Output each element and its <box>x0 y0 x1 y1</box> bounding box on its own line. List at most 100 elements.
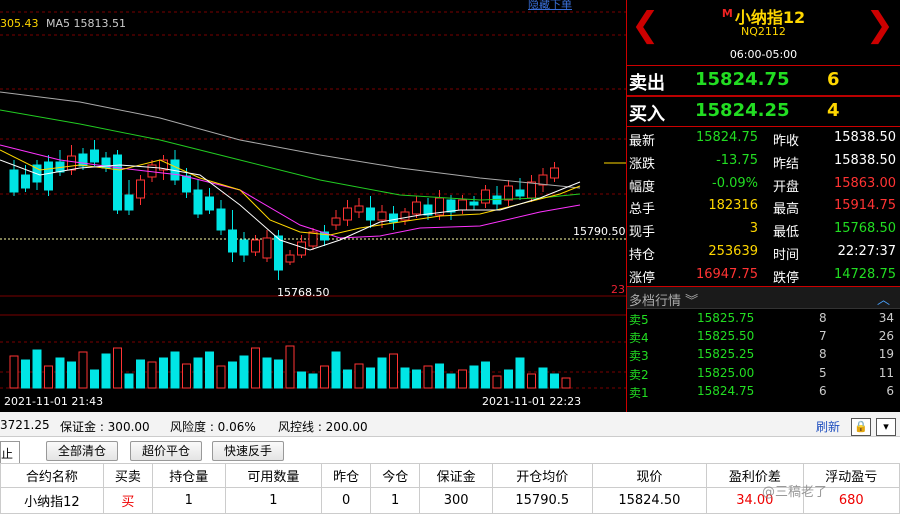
depth-row[interactable]: 卖2 15825.00 5 11 <box>627 364 900 382</box>
volume-bar <box>366 367 375 389</box>
column-header[interactable]: 开仓均价 <box>492 463 593 488</box>
quote-key: 昨结 <box>773 156 800 172</box>
candle-body <box>515 189 525 197</box>
quote-key: 最低 <box>773 225 800 241</box>
volume-bar <box>377 357 387 389</box>
candlestick-svg[interactable] <box>0 0 626 412</box>
candle-body <box>446 199 456 213</box>
volume-bar <box>274 359 283 389</box>
depth-row[interactable]: 卖3 15825.25 8 19 <box>627 345 900 363</box>
candle-body <box>504 185 513 201</box>
table-cell: 300 <box>419 487 493 514</box>
volume-bar <box>538 367 548 389</box>
candle-body <box>67 155 76 171</box>
candle-body <box>90 149 99 163</box>
candle-body <box>205 196 214 211</box>
volume-bar <box>205 351 214 389</box>
chevron-up-icon[interactable]: ︿ <box>877 289 890 308</box>
depth-level: 卖4 <box>629 331 649 346</box>
depth-total: 11 <box>878 365 894 380</box>
depth-total: 19 <box>878 347 894 362</box>
quote-key: 涨跌 <box>629 156 656 172</box>
table-cell: 1 <box>151 487 226 514</box>
column-header[interactable]: 合约名称 <box>0 463 104 488</box>
candle-body <box>136 179 145 199</box>
depth-row[interactable]: 卖4 15825.50 7 26 <box>627 327 900 345</box>
quote-value: 182316 <box>708 198 758 214</box>
candle-body <box>412 201 421 215</box>
volume-bar <box>515 357 525 389</box>
ask-price: 15824.75 <box>695 69 790 90</box>
double-chevron-down-icon[interactable]: ︾ <box>685 294 698 309</box>
volume-bar <box>216 365 226 389</box>
time-axis-right: 2021-11-01 22:23 <box>482 395 582 408</box>
volume-bar <box>101 353 111 389</box>
volume-bar <box>239 355 249 389</box>
candle-body <box>124 194 134 211</box>
column-header[interactable]: 保证金 <box>419 463 493 488</box>
chevron-right-icon[interactable]: ❯ <box>866 8 895 42</box>
candle-body <box>331 217 341 226</box>
column-header[interactable]: 昨仓 <box>321 463 372 488</box>
volume-bar <box>44 365 53 389</box>
depth-row[interactable]: 卖1 15824.75 6 6 <box>627 382 900 400</box>
depth-level: 卖5 <box>629 313 649 327</box>
quote-key: 昨收 <box>773 134 800 149</box>
column-header[interactable]: 持仓量 <box>151 463 226 488</box>
action-buttons: 止盈 全部清仓 超价平仓 快速反手 <box>0 437 900 478</box>
depth-header[interactable]: 多档行情 ︾ ︿ <box>627 287 900 309</box>
candle-body <box>377 211 387 221</box>
quote-value: 14728.75 <box>833 266 896 282</box>
quote-key: 幅度 <box>629 179 656 195</box>
candle-body <box>228 229 237 253</box>
current-price-line-label: 15790.50 <box>573 225 626 238</box>
candle-body <box>21 174 30 189</box>
ma-line-white <box>0 159 581 251</box>
candle-body <box>354 205 364 213</box>
hide-order-link[interactable]: 隐藏下单 <box>528 0 572 12</box>
ask-row[interactable]: 卖出 15824.75 6 <box>627 66 900 97</box>
risk-line-text: 风控线 : 200.00 <box>278 420 368 434</box>
dropdown-icon[interactable]: ▾ <box>876 418 896 436</box>
ma-line-grey <box>0 91 581 189</box>
market-badge: M <box>721 6 733 20</box>
depth-volume: 7 <box>819 329 827 344</box>
quote-key: 持仓 <box>629 247 656 263</box>
candle-body <box>251 239 260 253</box>
column-header[interactable]: 现价 <box>591 463 708 488</box>
candle-body <box>469 201 479 206</box>
volume-bar <box>354 363 364 389</box>
tab-take-profit[interactable]: 止盈 <box>0 441 20 478</box>
svg-text:@三稿老了: @三稿老了 <box>762 484 827 499</box>
watermark-logo: @三稿老了 <box>762 484 827 500</box>
depth-total: 34 <box>878 311 894 325</box>
table-cell: 0 <box>321 487 372 514</box>
quick-reverse-button[interactable]: 快速反手 <box>212 441 284 461</box>
low-price-label: 15768.50 <box>277 286 330 299</box>
refresh-link[interactable]: 刷新 <box>816 418 840 435</box>
volume-bar <box>331 351 341 389</box>
column-header[interactable]: 可用数量 <box>224 463 323 488</box>
close-all-button[interactable]: 全部清仓 <box>46 441 118 461</box>
volume-bar <box>527 373 536 389</box>
quote-value: 15838.50 <box>833 152 896 168</box>
volume-bar <box>458 369 467 389</box>
volume-bar <box>504 369 513 389</box>
kline-chart[interactable]: 305.43 MA5 15813.51 隐藏下单 15790.50 15768.… <box>0 0 626 412</box>
depth-row[interactable]: 卖5 15825.75 8 34 <box>627 309 900 327</box>
trading-hours: 06:00-05:00 <box>729 48 798 61</box>
candle-body <box>343 207 352 221</box>
volume-bar <box>170 351 180 389</box>
super-close-button[interactable]: 超价平仓 <box>130 441 202 461</box>
quote-value: 253639 <box>708 243 758 259</box>
ma5-legend: MA5 15813.51 <box>46 17 126 30</box>
quote-value: 15768.50 <box>833 221 896 237</box>
candle-body <box>550 167 559 179</box>
depth-price: 15825.00 <box>697 365 755 380</box>
column-header[interactable]: 买卖 <box>102 463 153 488</box>
lock-icon[interactable]: 🔒 <box>851 418 871 436</box>
depth-volume: 8 <box>819 347 827 362</box>
column-header[interactable]: 今仓 <box>370 463 421 488</box>
bid-row[interactable]: 买入 15824.25 4 <box>627 97 900 127</box>
depth-price: 15824.75 <box>697 383 755 398</box>
